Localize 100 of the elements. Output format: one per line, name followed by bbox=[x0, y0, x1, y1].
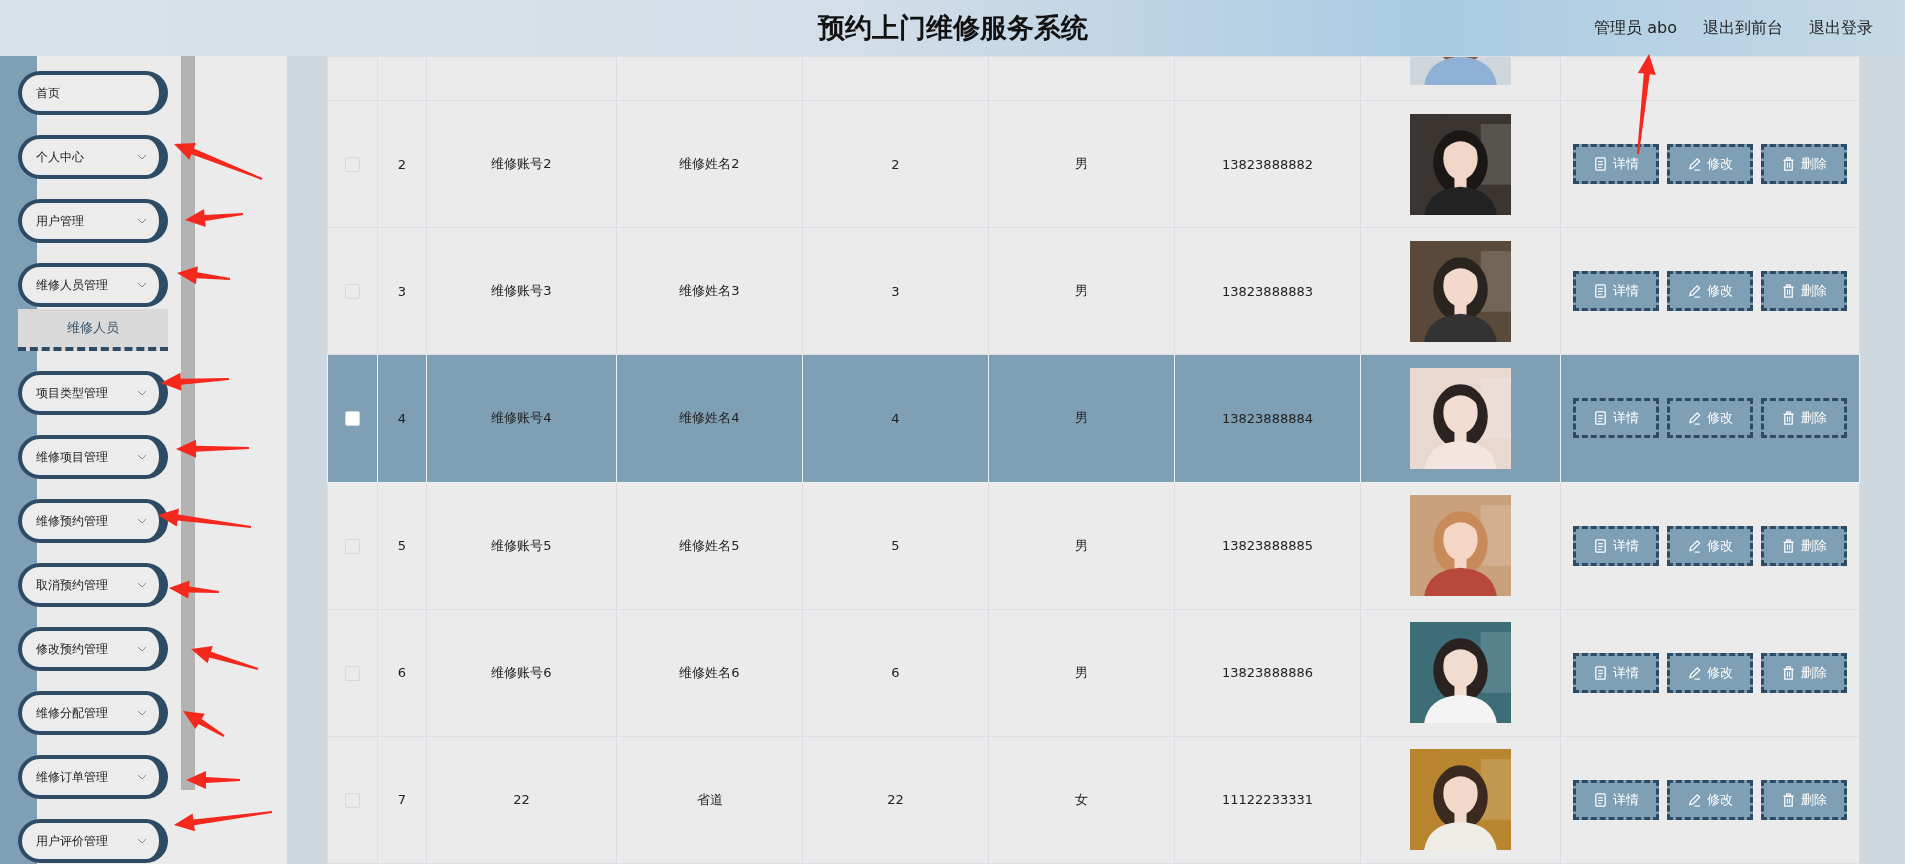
menu-item[interactable]: 用户管理 bbox=[18, 199, 168, 243]
table-cell: 3 bbox=[377, 227, 427, 355]
table-cell: 3 bbox=[802, 227, 989, 355]
delete-button[interactable]: 删除 bbox=[1761, 271, 1847, 312]
annotation-arrow bbox=[191, 646, 259, 670]
table-cell: 22 bbox=[802, 736, 989, 864]
pencil-icon bbox=[1687, 283, 1702, 300]
header-link[interactable]: 退出到前台 bbox=[1703, 17, 1783, 39]
table-cell: 男 bbox=[988, 227, 1175, 355]
menu-item[interactable]: 维修分配管理 bbox=[18, 691, 168, 735]
detail-button[interactable]: 详情 bbox=[1573, 144, 1659, 185]
table-cell: 男 bbox=[988, 100, 1175, 228]
edit-button[interactable]: 修改 bbox=[1667, 779, 1753, 820]
annotation-arrow bbox=[185, 209, 244, 227]
chevron-down-icon bbox=[137, 838, 147, 844]
pencil-icon bbox=[1687, 537, 1702, 554]
detail-button[interactable]: 详情 bbox=[1573, 525, 1659, 566]
table-cell: 维修姓名3 bbox=[616, 227, 803, 355]
menu-item[interactable]: 维修订单管理 bbox=[18, 755, 168, 799]
pencil-icon bbox=[1687, 156, 1702, 173]
chevron-down-icon bbox=[137, 518, 147, 524]
menu-item[interactable]: 用户评价管理 bbox=[18, 819, 168, 863]
annotation-arrow bbox=[169, 580, 220, 599]
chevron-down-icon bbox=[137, 774, 147, 780]
menu-item[interactable]: 首页 bbox=[18, 71, 168, 115]
edit-button[interactable]: 修改 bbox=[1667, 398, 1753, 439]
delete-button[interactable]: 删除 bbox=[1761, 525, 1847, 566]
table-cell: 男 bbox=[988, 482, 1175, 610]
pencil-icon bbox=[1687, 664, 1702, 681]
table-cell: 13823888885 bbox=[1174, 482, 1361, 610]
table-cell: 维修姓名4 bbox=[616, 354, 803, 482]
table-cell: 维修姓名6 bbox=[616, 609, 803, 737]
trash-icon bbox=[1781, 537, 1796, 554]
menu-item[interactable]: 维修项目管理 bbox=[18, 435, 168, 479]
table-cell: 13823888883 bbox=[1174, 227, 1361, 355]
table-cell: 6 bbox=[802, 609, 989, 737]
table-cell: 维修姓名2 bbox=[616, 100, 803, 228]
table-cell: 5 bbox=[377, 482, 427, 610]
chevron-down-icon bbox=[137, 454, 147, 460]
table-cell: 男 bbox=[988, 354, 1175, 482]
table-cell: 11122233331 bbox=[1174, 736, 1361, 864]
trash-icon bbox=[1781, 791, 1796, 808]
trash-icon bbox=[1781, 156, 1796, 173]
table-cell: 维修姓名5 bbox=[616, 482, 803, 610]
document-icon bbox=[1593, 664, 1608, 681]
edit-button[interactable]: 修改 bbox=[1667, 271, 1753, 312]
table-cell: 维修账号3 bbox=[426, 227, 617, 355]
detail-button[interactable]: 详情 bbox=[1573, 779, 1659, 820]
document-icon bbox=[1593, 283, 1608, 300]
document-icon bbox=[1593, 156, 1608, 173]
chevron-down-icon bbox=[137, 710, 147, 716]
pencil-icon bbox=[1687, 410, 1702, 427]
document-icon bbox=[1593, 410, 1608, 427]
detail-button[interactable]: 详情 bbox=[1573, 652, 1659, 693]
table-cell: 7 bbox=[377, 736, 427, 864]
annotation-arrow bbox=[177, 266, 231, 285]
edit-button[interactable]: 修改 bbox=[1667, 144, 1753, 185]
pencil-icon bbox=[1687, 791, 1702, 808]
menu-item[interactable]: 个人中心 bbox=[18, 135, 168, 179]
app-title: 预约上门维修服务系统 bbox=[817, 12, 1088, 43]
table-cell: 省道 bbox=[616, 736, 803, 864]
submenu-item[interactable]: 维修人员 bbox=[18, 309, 168, 351]
table-cell: 2 bbox=[802, 100, 989, 228]
table-cell: 男 bbox=[988, 609, 1175, 737]
document-icon bbox=[1593, 537, 1608, 554]
menu-item[interactable]: 维修预约管理 bbox=[18, 499, 168, 543]
header-link[interactable]: 退出登录 bbox=[1809, 17, 1873, 39]
menu-item[interactable]: 取消预约管理 bbox=[18, 563, 168, 607]
checkbox[interactable] bbox=[345, 411, 360, 427]
table-cell: 女 bbox=[988, 736, 1175, 864]
annotation-arrow bbox=[186, 771, 240, 789]
detail-button[interactable]: 详情 bbox=[1573, 271, 1659, 312]
table-cell: 22 bbox=[426, 736, 617, 864]
edit-button[interactable]: 修改 bbox=[1667, 652, 1753, 693]
chevron-down-icon bbox=[137, 582, 147, 588]
trash-icon bbox=[1781, 664, 1796, 681]
table-cell: 维修账号6 bbox=[426, 609, 617, 737]
document-icon bbox=[1593, 791, 1608, 808]
chevron-down-icon bbox=[137, 282, 147, 288]
table-cell: 维修账号4 bbox=[426, 354, 617, 482]
delete-button[interactable]: 删除 bbox=[1761, 652, 1847, 693]
table-cell: 维修账号5 bbox=[426, 482, 617, 610]
table-cell: 维修账号2 bbox=[426, 100, 617, 228]
menu-item[interactable]: 修改预约管理 bbox=[18, 627, 168, 671]
menu-item[interactable]: 维修人员管理 bbox=[18, 263, 168, 307]
scrollbar[interactable] bbox=[181, 56, 195, 790]
delete-button[interactable]: 删除 bbox=[1761, 398, 1847, 439]
table-cell: 6 bbox=[377, 609, 427, 737]
menu-item[interactable]: 项目类型管理 bbox=[18, 371, 168, 415]
delete-button[interactable]: 删除 bbox=[1761, 779, 1847, 820]
table-cell: 13823888882 bbox=[1174, 100, 1361, 228]
delete-button[interactable]: 删除 bbox=[1761, 144, 1847, 185]
user-label: 管理员 abo bbox=[1594, 17, 1677, 39]
edit-button[interactable]: 修改 bbox=[1667, 525, 1753, 566]
chevron-down-icon bbox=[137, 218, 147, 224]
chevron-down-icon bbox=[137, 390, 147, 396]
table-cell: 4 bbox=[377, 354, 427, 482]
detail-button[interactable]: 详情 bbox=[1573, 398, 1659, 439]
annotation-arrow bbox=[183, 711, 225, 737]
trash-icon bbox=[1781, 283, 1796, 300]
